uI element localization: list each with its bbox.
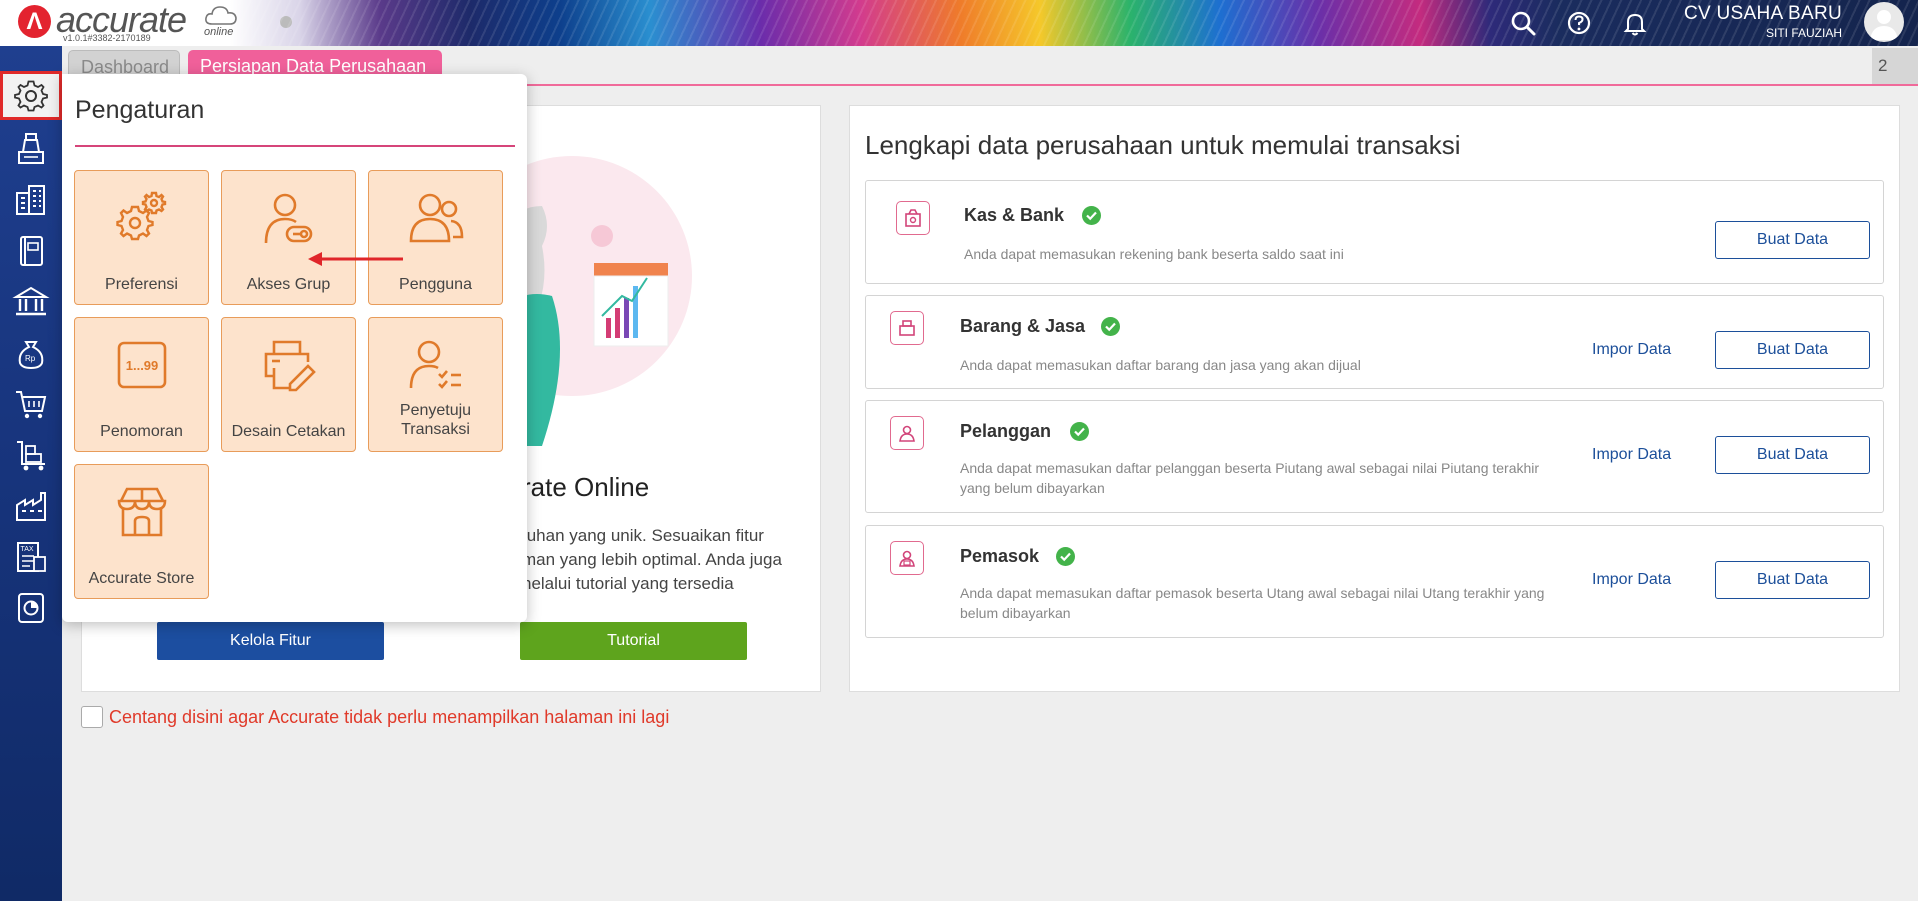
avatar[interactable] [1864, 2, 1904, 42]
users-icon [409, 193, 464, 243]
tutorial-button[interactable]: Tutorial [520, 622, 747, 660]
card-description: Anda dapat memasukan daftar pelanggan be… [960, 460, 1540, 496]
tile-accurate-store[interactable]: Accurate Store [74, 464, 209, 599]
popup-divider [75, 145, 515, 147]
intro-line: man yang lebih optimal. Anda juga [522, 550, 782, 569]
impor-data-button[interactable]: Impor Data [1592, 446, 1671, 464]
intro-line: nelalui tutorial yang tersedia [522, 574, 734, 593]
sidebar: Rp TAX [0, 46, 62, 901]
svg-text:Rp: Rp [25, 354, 36, 363]
card-pelanggan: Pelanggan Anda dapat memasukan daftar pe… [865, 400, 1884, 513]
status-dot [280, 16, 292, 28]
report-icon[interactable] [12, 589, 50, 627]
card-barang-jasa: Barang & Jasa Anda dapat memasukan dafta… [865, 295, 1884, 389]
tile-label: Preferensi [105, 276, 178, 293]
check-icon [1056, 547, 1075, 566]
user-avatar-icon [1870, 10, 1898, 40]
impor-data-button[interactable]: Impor Data [1592, 571, 1671, 589]
customer-icon [890, 416, 924, 450]
tile-desain-cetakan[interactable]: Desain Cetakan [221, 317, 356, 452]
tile-label: Akses Grup [246, 276, 331, 293]
panel-title: Lengkapi data perusahaan untuk memulai t… [865, 130, 1461, 160]
check-icon [1101, 317, 1120, 336]
check-icon [1070, 422, 1089, 441]
company-name: CV USAHA BARU [1683, 3, 1842, 24]
card-title: Pelanggan [960, 421, 1052, 441]
tile-label: Accurate Store [88, 570, 195, 587]
user-approve-icon [409, 340, 461, 389]
open-tabs-count[interactable]: 2 [1872, 48, 1918, 84]
numbering-icon: 1...99 [117, 341, 167, 389]
logo-subtext: online [204, 26, 234, 38]
card-description: Anda dapat memasukan daftar pemasok bese… [960, 585, 1545, 621]
tile-penyetuju-transaksi[interactable]: Penyetuju Transaksi [368, 317, 503, 452]
pointer-arrow-icon [308, 252, 403, 266]
impor-data-button[interactable]: Impor Data [1592, 341, 1671, 359]
cloud-icon [205, 6, 237, 25]
svg-text:TAX: TAX [21, 546, 34, 553]
card-description: Anda dapat memasukan daftar barang dan j… [960, 357, 1361, 373]
cash-register-icon[interactable] [12, 130, 50, 168]
intro-heading: rate Online [522, 472, 650, 502]
check-icon [1082, 206, 1101, 225]
supplier-icon [890, 541, 924, 575]
store-icon [117, 487, 167, 537]
gears-icon [116, 191, 167, 241]
tile-preferensi[interactable]: Preferensi [74, 170, 209, 305]
cart-icon[interactable] [12, 385, 50, 423]
buat-data-button[interactable]: Buat Data [1715, 436, 1870, 474]
ledger-icon[interactable] [12, 232, 50, 270]
buat-data-button[interactable]: Buat Data [1715, 221, 1870, 259]
version-label: v1.0.1#3382-2170189 [63, 33, 151, 43]
help-icon[interactable] [1564, 8, 1594, 38]
tile-label: Desain Cetakan [231, 423, 346, 440]
tile-label: Penyetuju Transaksi [369, 401, 502, 439]
tile-label: Penomoran [100, 423, 183, 440]
factory-icon[interactable] [12, 487, 50, 525]
user-key-icon [264, 193, 313, 244]
company-data-panel: Lengkapi data perusahaan untuk memulai t… [849, 105, 1900, 692]
intro-line: tuhan yang unik. Sesuaikan fitur [522, 526, 764, 545]
top-header: Λ accurate online v1.0.1#3382-2170189 CV… [0, 0, 1918, 46]
kelola-fitur-button[interactable]: Kelola Fitur [157, 622, 384, 660]
intro-description: tuhan yang unik. Sesuaikan fitur man yan… [522, 524, 892, 596]
tile-pengguna[interactable]: Pengguna [368, 170, 503, 305]
user-name: SITI FAUZIAH [1765, 26, 1842, 40]
accurate-logo-mark: Λ [18, 5, 51, 38]
card-description: Anda dapat memasukan rekening bank beser… [964, 246, 1344, 262]
building-icon[interactable] [12, 181, 50, 219]
numbering-icon-text: 1...99 [126, 358, 159, 373]
popup-title: Pengaturan [75, 96, 205, 124]
tax-icon[interactable]: TAX [12, 538, 50, 576]
bank-icon[interactable] [12, 283, 50, 321]
card-kas-bank: Kas & Bank Anda dapat memasukan rekening… [865, 180, 1884, 284]
card-title: Kas & Bank [964, 205, 1065, 225]
gear-icon[interactable] [12, 77, 50, 115]
accurate-logo[interactable]: Λ accurate online v1.0.1#3382-2170189 [18, 0, 248, 44]
company-info[interactable]: CV USAHA BARU SITI FAUZIAH [1684, 3, 1842, 40]
settings-popup-menu: Pengaturan Preferensi Akses Grup Penggun… [62, 74, 527, 622]
tile-label-text: Penyetuju Transaksi [399, 402, 472, 438]
buat-data-button[interactable]: Buat Data [1715, 331, 1870, 369]
tile-penomoran[interactable]: 1...99 Penomoran [74, 317, 209, 452]
hide-page-checkbox[interactable] [81, 706, 103, 728]
tile-akses-grup[interactable]: Akses Grup [221, 170, 356, 305]
card-title: Barang & Jasa [960, 316, 1086, 336]
buat-data-button[interactable]: Buat Data [1715, 561, 1870, 599]
tile-label: Pengguna [399, 276, 472, 293]
bell-icon[interactable] [1620, 8, 1650, 38]
money-bag-icon[interactable]: Rp [12, 334, 50, 372]
hide-page-label[interactable]: Centang disini agar Accurate tidak perlu… [109, 707, 669, 728]
delivery-cart-icon[interactable] [12, 436, 50, 474]
search-icon[interactable] [1508, 8, 1538, 38]
cash-icon [896, 201, 930, 235]
printer-edit-icon [264, 340, 316, 392]
card-pemasok: Pemasok Anda dapat memasukan daftar pema… [865, 525, 1884, 638]
card-title: Pemasok [960, 546, 1040, 566]
box-icon [890, 311, 924, 345]
